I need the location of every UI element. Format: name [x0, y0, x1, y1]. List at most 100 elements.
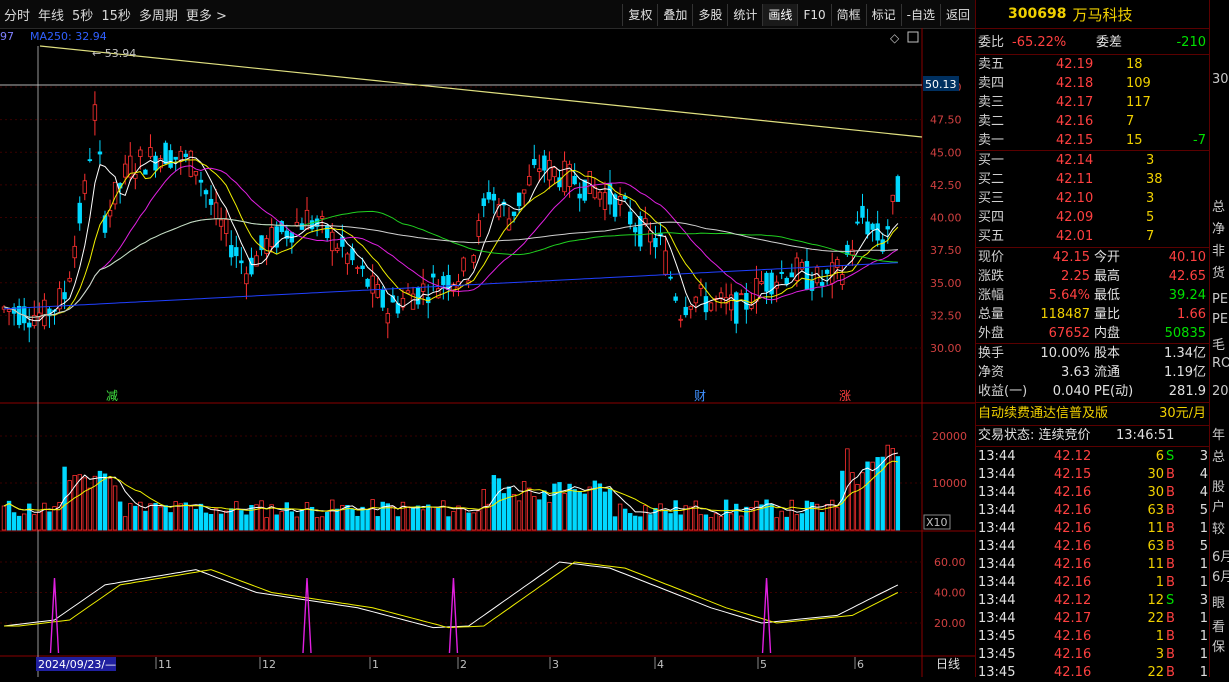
edge-label: 总: [1212, 450, 1226, 465]
candle-body: [249, 257, 254, 275]
volume-bar: [431, 506, 436, 531]
date-label: 2024/09/23/—: [38, 658, 116, 671]
tool-buttons: 复权 叠加 多股 统计 画线 F10 简框 标记 -自选 返回: [622, 4, 975, 26]
stock-code: 300698: [1008, 6, 1067, 22]
bid-row: 买四 42.09 5: [976, 208, 1210, 227]
tick-row: 13:44 42.16 63 B 5: [976, 537, 1210, 556]
tick-price: 42.16: [1054, 521, 1092, 536]
volume-bar: [602, 491, 608, 531]
month-label: 2: [460, 658, 467, 671]
candle-body: [572, 175, 577, 185]
period-tab-5[interactable]: 更多 >: [186, 5, 227, 24]
edge-label: 年: [1212, 428, 1226, 443]
candle-body: [693, 296, 699, 304]
price-tick: 40.00: [930, 212, 962, 225]
quote-row: 现价 42.15 今开 40.10: [976, 248, 1210, 267]
candle-body: [415, 287, 421, 305]
volume-bar: [739, 515, 744, 531]
tick-side: B: [1166, 575, 1175, 590]
volume-bar: [713, 513, 719, 531]
info-value: 10.00%: [1040, 346, 1090, 361]
tick-row: 13:44 42.16 11 B 1: [976, 555, 1210, 574]
candle-body: [587, 171, 592, 194]
ad-text[interactable]: 自动续费通达信普及版: [978, 404, 1108, 423]
tick-time: 13:44: [978, 503, 1016, 518]
period-tab-4[interactable]: 多周期: [139, 5, 178, 24]
volume-bar: [102, 473, 108, 531]
volume-bar: [420, 509, 426, 531]
volume-bar: [92, 475, 98, 531]
candle-body: [804, 261, 810, 290]
edge-label: 货: [1212, 266, 1226, 281]
period-tab-3[interactable]: 15秒: [101, 5, 131, 24]
period-tab-0[interactable]: 分时: [4, 5, 30, 24]
ask-vol: 15: [1126, 133, 1143, 148]
edge-label: 6月: [1212, 550, 1229, 565]
ma-label-left: 97: [0, 30, 14, 43]
diamond-icon: ◇: [890, 31, 900, 45]
candle-body: [360, 265, 365, 270]
volume-bar: [355, 515, 360, 531]
volume-bar: [734, 503, 739, 531]
kline-svg[interactable]: 50.0047.5045.0042.5040.0037.5035.0032.50…: [0, 28, 975, 677]
volume-bar: [37, 511, 42, 531]
volume-bar: [319, 516, 325, 531]
ask-label: 卖三: [978, 95, 1005, 110]
info-value2: 1.34亿: [1164, 346, 1206, 361]
volume-bar: [415, 505, 421, 531]
ad-price[interactable]: 30元/月: [1159, 404, 1206, 423]
period-label: 日线: [936, 657, 960, 671]
bid-label: 买四: [978, 210, 1005, 225]
volume-bar: [718, 516, 724, 531]
candle-body: [880, 239, 885, 252]
candle-body: [67, 277, 72, 282]
trend-line: [39, 45, 923, 138]
tool-button-4[interactable]: 画线: [762, 4, 798, 26]
candle-body: [673, 296, 678, 301]
status-row: 交易状态: 连续竞价 13:46:51: [976, 426, 1210, 445]
tool-button-1[interactable]: 叠加: [657, 4, 692, 26]
tool-button-5[interactable]: F10: [797, 4, 830, 26]
tick-row: 13:45 42.16 3 B 1: [976, 645, 1210, 664]
weibi-row: 委比 -65.22% 委差 -210: [976, 33, 1210, 52]
candle-body: [355, 267, 360, 269]
edge-label: 总: [1212, 200, 1226, 215]
candle-body: [633, 227, 638, 233]
volume-bar: [617, 503, 623, 531]
candle-body: [188, 150, 194, 177]
volume-bar: [1, 505, 7, 531]
volume-bar: [708, 517, 714, 531]
candle-body: [648, 230, 653, 243]
vol-tick: 20000: [932, 430, 967, 443]
volume-bar: [294, 516, 300, 531]
quote-label: 现价: [978, 250, 1005, 265]
bid-price: 42.14: [1056, 153, 1094, 168]
candle-body: [739, 293, 744, 296]
volume-bar: [259, 500, 264, 531]
tool-button-0[interactable]: 复权: [622, 4, 657, 26]
tool-button-8[interactable]: -自选: [900, 4, 940, 26]
info-value2: 281.9: [1168, 384, 1206, 399]
candle-body: [703, 296, 709, 313]
stock-title[interactable]: 300698 万马科技: [976, 0, 1210, 29]
period-tab-1[interactable]: 年线: [38, 5, 64, 24]
tool-button-6[interactable]: 简框: [830, 4, 866, 26]
volume-bar: [729, 513, 734, 531]
event-marker: 财: [694, 389, 706, 403]
quote-label: 外盘: [978, 326, 1005, 341]
volume-bar: [289, 511, 295, 531]
tool-button-7[interactable]: 标记: [865, 4, 901, 26]
period-tab-2[interactable]: 5秒: [72, 5, 93, 24]
tool-button-2[interactable]: 多股: [692, 4, 727, 26]
tool-button-9[interactable]: 返回: [939, 4, 975, 26]
ask-row: 卖一 42.15 15 -7: [976, 131, 1210, 150]
quote-row: 涨幅 5.64% 最低 39.24: [976, 286, 1210, 305]
bid-row: 买二 42.11 38: [976, 170, 1210, 189]
volume-bar: [668, 513, 673, 531]
tick-price: 42.16: [1054, 485, 1092, 500]
candle-body: [860, 205, 865, 218]
kline-chart[interactable]: 50.0047.5045.0042.5040.0037.5035.0032.50…: [0, 28, 975, 677]
volume-bar: [673, 500, 678, 531]
volume-bar: [223, 510, 229, 531]
tool-button-3[interactable]: 统计: [727, 4, 762, 26]
